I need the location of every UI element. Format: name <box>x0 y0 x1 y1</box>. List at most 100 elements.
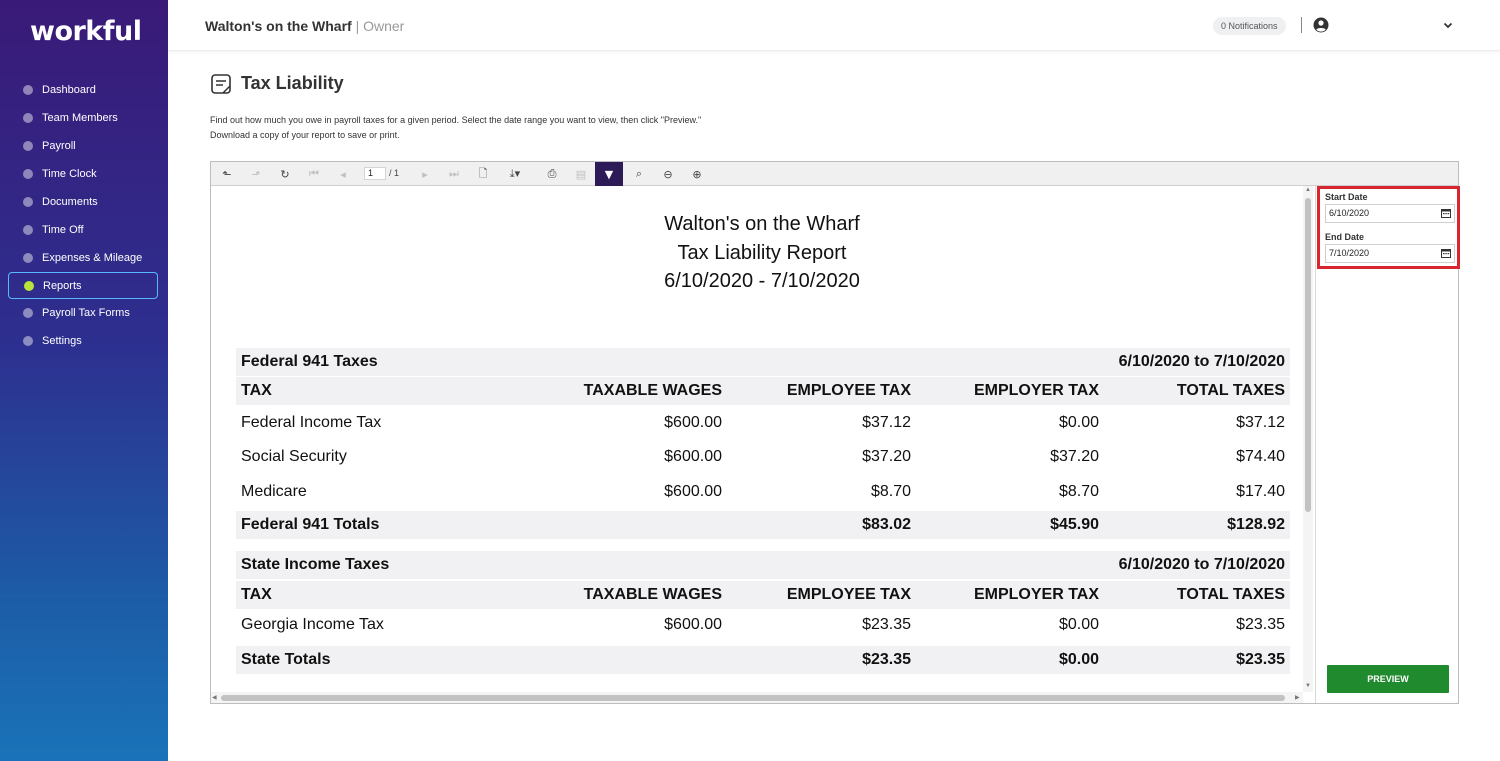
chevron-down-icon[interactable] <box>1442 19 1454 31</box>
date-range-highlight: Start Date 6/10/2020 End Date 7/10/2020 <box>1317 186 1460 269</box>
start-date-field[interactable]: 6/10/2020 <box>1325 204 1455 223</box>
report-document-icon <box>211 74 231 94</box>
vertical-scroll-thumb[interactable] <box>1305 198 1311 512</box>
zoom-out-icon[interactable]: ⊖ <box>654 162 682 186</box>
column-header: EMPLOYEE TAX <box>786 382 911 399</box>
table-cell: $23.35 <box>1236 651 1285 668</box>
column-header: EMPLOYER TAX <box>973 586 1099 603</box>
state-income-table: State Income Taxes 6/10/2020 to 7/10/202… <box>236 551 1290 674</box>
sidebar-item-label: Documents <box>42 196 98 208</box>
table-row: Federal Income Tax $600.00 $37.12 $0.00 … <box>236 409 1290 443</box>
table-row: Georgia Income Tax $600.00 $23.35 $0.00 … <box>236 611 1290 646</box>
sidebar-item-expenses-mileage[interactable]: Expenses & Mileage <box>0 244 168 272</box>
horizontal-scrollbar[interactable]: ◀ ▶ <box>211 692 1303 703</box>
sidebar-item-settings[interactable]: Settings <box>0 327 168 355</box>
column-header: TAXABLE WAGES <box>583 586 722 603</box>
zoom-in-icon[interactable]: ⊕ <box>683 162 711 186</box>
sidebar-item-time-clock[interactable]: Time Clock <box>0 160 168 188</box>
sidebar: workful Dashboard Team Members Payroll T… <box>0 0 168 761</box>
column-header-row: TAX TAXABLE WAGES EMPLOYEE TAX EMPLOYER … <box>236 377 1290 405</box>
table-cell: $0.00 <box>1058 651 1099 668</box>
sidebar-item-label: Team Members <box>42 112 118 124</box>
table-cell: State Totals <box>241 651 331 668</box>
business-name: Walton's on the Wharf | Owner <box>205 18 404 34</box>
end-date-field[interactable]: 7/10/2020 <box>1325 244 1455 263</box>
scroll-up-icon[interactable]: ▲ <box>1305 187 1311 193</box>
page-number-input[interactable]: 1 <box>364 167 386 180</box>
table-cell: $23.35 <box>862 616 911 633</box>
header-divider <box>1301 17 1302 33</box>
dot-icon <box>23 85 33 95</box>
sidebar-item-time-off[interactable]: Time Off <box>0 216 168 244</box>
next-page-icon[interactable]: ▸ <box>411 162 439 186</box>
business-name-text: Walton's on the Wharf <box>205 18 352 34</box>
scroll-left-icon[interactable]: ◀ <box>212 694 217 701</box>
scroll-down-icon[interactable]: ▼ <box>1305 683 1311 689</box>
dot-icon <box>23 197 33 207</box>
calendar-icon[interactable] <box>1441 248 1451 258</box>
table-cell: $17.40 <box>1236 483 1285 500</box>
section-header-row: State Income Taxes 6/10/2020 to 7/10/202… <box>236 551 1290 579</box>
section-date-range: 6/10/2020 to 7/10/2020 <box>1118 353 1285 370</box>
table-cell: Federal 941 Totals <box>241 516 380 533</box>
table-cell: Federal Income Tax <box>241 414 382 431</box>
dot-icon <box>23 308 33 318</box>
calendar-icon[interactable] <box>1441 208 1451 218</box>
dot-icon <box>23 113 33 123</box>
top-header: Walton's on the Wharf | Owner 0 Notifica… <box>168 0 1500 51</box>
totals-row: State Totals $23.35 $0.00 $23.35 <box>236 646 1290 674</box>
print-layout-icon[interactable]: ▤ <box>567 162 595 186</box>
sidebar-item-team-members[interactable]: Team Members <box>0 104 168 132</box>
scroll-right-icon[interactable]: ▶ <box>1295 694 1300 701</box>
search-icon[interactable]: ⌕ <box>625 162 653 186</box>
table-cell: $74.40 <box>1236 448 1285 465</box>
start-date-label: Start Date <box>1325 192 1368 202</box>
report-title-business: Walton's on the Wharf <box>664 213 860 235</box>
sidebar-item-documents[interactable]: Documents <box>0 188 168 216</box>
notifications-badge[interactable]: 0 Notifications <box>1213 17 1286 35</box>
forward-icon[interactable]: ⬏ <box>242 162 270 186</box>
horizontal-scroll-thumb[interactable] <box>221 695 1285 701</box>
federal-941-table: Federal 941 Taxes 6/10/2020 to 7/10/2020… <box>236 348 1290 539</box>
end-date-value: 7/10/2020 <box>1329 248 1370 258</box>
section-header-row: Federal 941 Taxes 6/10/2020 to 7/10/2020 <box>236 348 1290 376</box>
first-page-icon[interactable]: ⏮ <box>300 162 328 186</box>
sidebar-item-payroll[interactable]: Payroll <box>0 132 168 160</box>
column-header: EMPLOYER TAX <box>973 382 1099 399</box>
print-icon[interactable]: ⎙ <box>538 162 566 186</box>
sidebar-item-reports[interactable]: Reports <box>8 272 158 299</box>
parameters-panel: Start Date 6/10/2020 End Date 7/10/2020 … <box>1315 186 1460 703</box>
sidebar-item-label: Payroll Tax Forms <box>42 307 130 319</box>
table-cell: $600.00 <box>664 483 722 500</box>
sidebar-nav: Dashboard Team Members Payroll Time Cloc… <box>0 76 168 355</box>
description-line: Find out how much you owe in payroll tax… <box>210 115 702 125</box>
sidebar-item-label: Dashboard <box>42 84 96 96</box>
export-icon[interactable]: ⤓▾ <box>501 162 529 186</box>
workful-logo[interactable]: workful <box>30 16 142 47</box>
section-title: State Income Taxes <box>241 556 390 573</box>
sidebar-item-label: Payroll <box>42 140 76 152</box>
user-account-icon[interactable] <box>1313 17 1329 33</box>
last-page-icon[interactable]: ⏭ <box>440 162 468 186</box>
sidebar-item-payroll-tax-forms[interactable]: Payroll Tax Forms <box>0 299 168 327</box>
column-header-row: TAX TAXABLE WAGES EMPLOYEE TAX EMPLOYER … <box>236 581 1290 609</box>
preview-button[interactable]: PREVIEW <box>1327 665 1449 693</box>
page-description: Find out how much you owe in payroll tax… <box>210 113 830 143</box>
page-icon[interactable]: 🗋 <box>469 162 497 186</box>
vertical-scrollbar[interactable]: ▲ ▼ <box>1303 186 1313 692</box>
back-icon[interactable]: ⬑ <box>213 162 241 186</box>
page-title: Tax Liability <box>241 73 344 93</box>
sidebar-item-dashboard[interactable]: Dashboard <box>0 76 168 104</box>
sidebar-item-label: Reports <box>43 279 82 292</box>
dot-icon <box>23 253 33 263</box>
report-viewer: ⬑ ⬏ ↻ ⏮ ◂ 1 / 1 ▸ ⏭ 🗋 ⤓▾ ⎙ ▤ ▼ ⌕ ⊖ ⊕ Wal… <box>210 161 1460 704</box>
refresh-icon[interactable]: ↻ <box>271 162 299 186</box>
sidebar-item-label: Settings <box>42 335 82 347</box>
table-cell: $600.00 <box>664 616 722 633</box>
table-cell: $128.92 <box>1227 516 1285 533</box>
filter-icon[interactable]: ▼ <box>595 162 623 186</box>
previous-page-icon[interactable]: ◂ <box>329 162 357 186</box>
column-header: TAX <box>241 382 272 399</box>
table-cell: $23.35 <box>1236 616 1285 633</box>
table-cell: $0.00 <box>1058 616 1099 633</box>
